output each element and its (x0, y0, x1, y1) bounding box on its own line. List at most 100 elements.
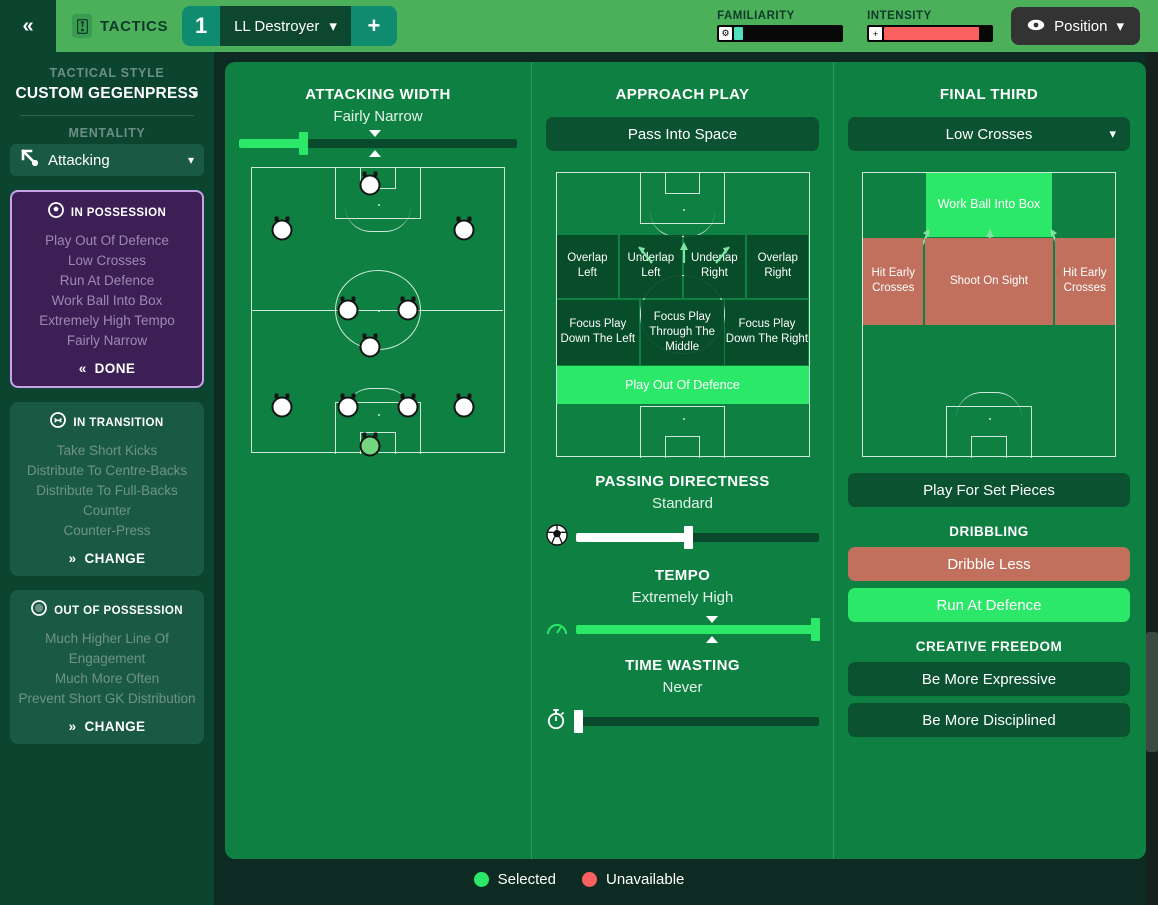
player-right-back[interactable] (453, 393, 475, 418)
phase-instruction: Run At Defence (59, 273, 155, 288)
formation-selector: 1 LL Destroyer ▾ + (182, 6, 397, 46)
legend-item-unavailable: Unavailable (581, 871, 684, 888)
familiarity-label: FAMILIARITY (717, 10, 795, 22)
player-left-back[interactable] (271, 393, 293, 418)
passing-directness-group: PASSING DIRECTNESS Standard (532, 473, 833, 551)
zone-focus-play-right[interactable]: Focus Play Down The Right (725, 299, 809, 365)
zone-underlap-left[interactable]: Underlap Left (620, 235, 682, 298)
page-scrollbar-thumb[interactable] (1146, 632, 1158, 752)
player-goalkeeper[interactable] (359, 432, 381, 457)
pitch-bottom-six-yard-box (664, 435, 701, 458)
legend-item-selected: Selected (473, 871, 556, 888)
phase-instruction: Prevent Short GK Distribution (18, 691, 196, 706)
chevron-down-icon: ▾ (1116, 18, 1124, 35)
double-chevron-right-icon: » (68, 719, 77, 734)
mentality-dropdown[interactable]: Attacking ▾ (10, 144, 204, 176)
formation-name-dropdown[interactable]: LL Destroyer ▾ (220, 6, 351, 46)
time-wasting-slider[interactable] (546, 708, 819, 735)
run-at-defence-button[interactable]: Run At Defence (848, 588, 1130, 622)
slider-track[interactable] (239, 130, 517, 157)
collapse-sidebar-button[interactable]: « (0, 0, 56, 52)
phase-done-button[interactable]: « DONE (20, 361, 194, 376)
phase-change-button[interactable]: » CHANGE (18, 719, 196, 734)
mentality-value: Attacking (48, 151, 110, 169)
slider-fill (576, 625, 819, 634)
approach-play-pitch[interactable]: Overlap Left Underlap Left Underlap Righ… (555, 171, 810, 458)
player-left-centre-back[interactable] (337, 393, 359, 418)
phase-header: OUT OF POSSESSION (18, 600, 196, 621)
speedometer-icon (546, 618, 568, 641)
position-view-button[interactable]: Position ▾ (1011, 7, 1140, 45)
familiarity-meter: FAMILIARITY ⚙ (717, 10, 844, 42)
phase-card-in-possession: IN POSSESSION Play Out Of Defence Low Cr… (10, 190, 204, 388)
player-striker[interactable] (359, 171, 381, 196)
zone-overlap-left[interactable]: Overlap Left (556, 235, 619, 298)
attacking-width-column: ATTACKING WIDTH Fairly Narrow (225, 62, 531, 859)
slider-thumb[interactable] (574, 710, 583, 733)
phase-title: IN POSSESSION (70, 206, 167, 219)
formation-slot-number[interactable]: 1 (182, 6, 221, 46)
slider-track[interactable] (576, 616, 820, 643)
tempo-slider[interactable] (546, 616, 820, 643)
phase-action-label: CHANGE (84, 551, 146, 566)
intensity-fill (884, 27, 980, 40)
tempo-group: TEMPO Extremely High (532, 567, 833, 643)
phase-action-label: DONE (94, 361, 136, 376)
creative-freedom-heading: CREATIVE FREEDOM (915, 639, 1063, 654)
slider-thumb[interactable] (298, 132, 308, 155)
zone-shoot-on-sight[interactable]: Shoot On Sight (925, 237, 1053, 326)
formation-pitch[interactable] (250, 166, 505, 457)
intensity-badge-icon: + (868, 26, 884, 41)
passing-directness-slider[interactable] (546, 524, 819, 551)
slider-thumb[interactable] (811, 618, 820, 641)
zone-underlap-right[interactable]: Underlap Right (683, 235, 746, 298)
phase-instruction: Counter (82, 503, 132, 518)
approach-play-main-button[interactable]: Pass Into Space (546, 117, 819, 151)
tactics-breadcrumb: TACTICS (72, 14, 168, 38)
phase-change-button[interactable]: » CHANGE (18, 551, 196, 566)
player-left-winger[interactable] (271, 216, 293, 241)
slider-marker-bottom-icon (369, 150, 382, 157)
dribble-less-button[interactable]: Dribble Less (848, 547, 1130, 581)
tactical-style-selector[interactable]: CUSTOM GEGENPRESS ▾ (10, 84, 204, 103)
be-more-disciplined-button[interactable]: Be More Disciplined (848, 703, 1130, 737)
player-defensive-mid[interactable] (359, 333, 381, 358)
play-for-set-pieces-button[interactable]: Play For Set Pieces (848, 473, 1130, 507)
zone-work-ball-into-box[interactable]: Work Ball Into Box (926, 173, 1052, 237)
zone-hit-early-crosses-right[interactable]: Hit Early Crosses (1054, 237, 1115, 326)
player-right-centre-back[interactable] (397, 393, 419, 418)
page-scrollbar-track[interactable] (1146, 52, 1158, 905)
attacking-width-slider[interactable] (239, 130, 517, 157)
slider-track[interactable] (574, 710, 819, 733)
slider-thumb[interactable] (683, 526, 693, 549)
add-formation-button[interactable]: + (350, 6, 397, 46)
slider-marker-top-icon (369, 130, 382, 137)
final-third-pitch[interactable]: Work Ball Into Box Hit Early Crosses Sho… (862, 171, 1116, 458)
football-icon (546, 524, 568, 551)
slider-track[interactable] (576, 526, 819, 549)
final-third-main-button[interactable]: Low Crosses ▾ (848, 117, 1130, 151)
attacking-width-value: Fairly Narrow (333, 108, 423, 125)
zone-play-out-of-defence[interactable]: Play Out Of Defence (556, 366, 809, 405)
time-wasting-group: TIME WASTING Never (532, 657, 833, 735)
zone-focus-play-middle[interactable]: Focus Play Through The Middle (640, 299, 724, 365)
player-left-centre-mid[interactable] (337, 296, 359, 321)
phase-header: IN TRANSITION (18, 412, 196, 433)
formation-name-label: LL Destroyer (234, 17, 320, 35)
player-right-winger[interactable] (453, 216, 475, 241)
pitch-bottom-penalty-spot (378, 414, 380, 416)
zone-hit-early-crosses-left[interactable]: Hit Early Crosses (863, 237, 924, 326)
chevron-down-icon: ▾ (187, 153, 194, 167)
player-right-centre-mid[interactable] (397, 296, 419, 321)
shield-ball-icon (31, 600, 47, 621)
zone-overlap-right[interactable]: Overlap Right (747, 235, 809, 298)
slider-marker-bottom-icon (706, 636, 719, 643)
be-more-expressive-button[interactable]: Be More Expressive (848, 662, 1130, 696)
arrow-up-left-ball-icon (20, 148, 40, 172)
phase-instruction: Low Crosses (67, 253, 147, 268)
final-third-column: FINAL THIRD Low Crosses ▾ Work Ball Into… (834, 62, 1144, 859)
phase-instruction: Extremely High Tempo (39, 313, 175, 328)
position-button-label: Position (1054, 17, 1108, 35)
zone-focus-play-left[interactable]: Focus Play Down The Left (556, 299, 640, 365)
phase-instruction: Distribute To Centre-Backs (26, 463, 188, 478)
